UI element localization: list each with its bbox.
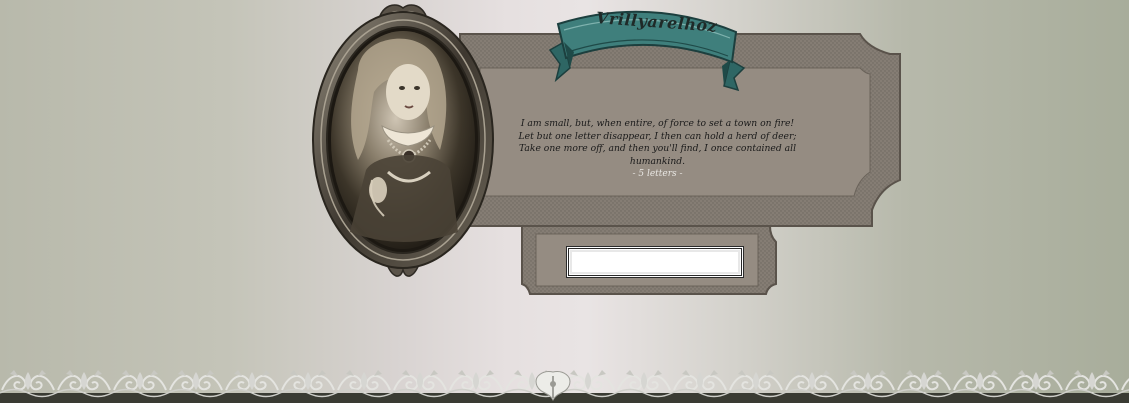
riddle-line-3: Take one more off, and then you'll find,… — [518, 143, 797, 167]
doll-portrait-icon — [312, 4, 494, 277]
answer-input[interactable] — [566, 246, 744, 278]
riddle-text: I am small, but, when entire, of force t… — [500, 118, 815, 181]
riddle-line-1: I am small, but, when entire, of force t… — [520, 118, 795, 129]
riddle-line-2: Let but one letter disappear, I then can… — [518, 130, 797, 142]
riddle-hint: - 5 letters - — [632, 169, 683, 180]
floral-border-icon — [0, 366, 1129, 403]
